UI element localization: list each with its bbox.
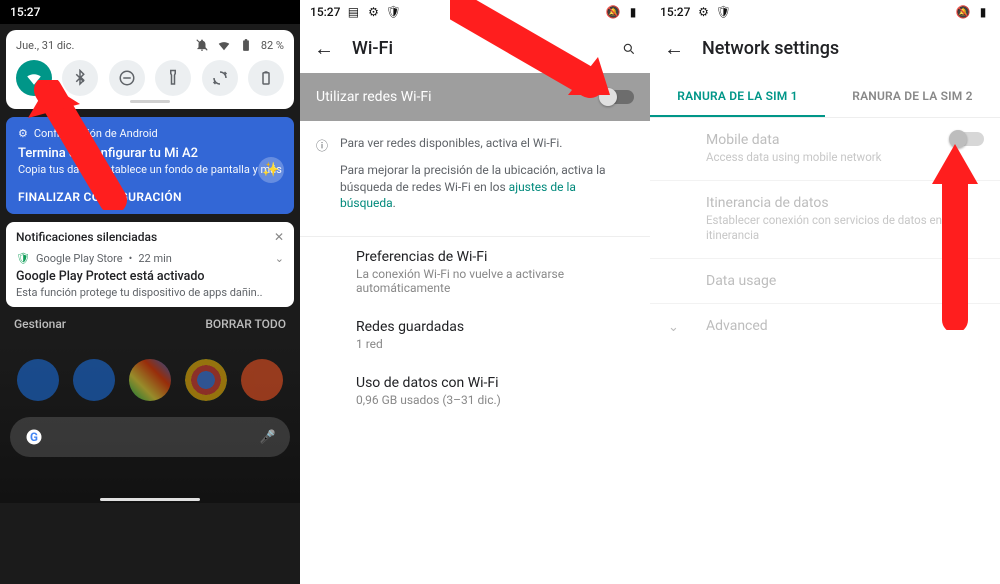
notif-title: Termina de configurar tu Mi A2 bbox=[18, 146, 282, 161]
nav-handle[interactable] bbox=[100, 498, 200, 501]
app-bar: ← Network settings bbox=[650, 24, 1000, 73]
item-title: Itinerancia de datos bbox=[706, 195, 984, 211]
wifi-toggle[interactable] bbox=[600, 90, 634, 104]
info-text-1: Para ver redes disponibles, activa el Wi… bbox=[340, 135, 634, 152]
phone-wifi-settings: 15:27 ▤ ⚙ 🛡 🔕 ▮ ← Wi-Fi Utilizar redes W… bbox=[300, 0, 650, 584]
manage-button[interactable]: Gestionar bbox=[14, 317, 66, 331]
phone-app-icon[interactable] bbox=[17, 359, 59, 401]
camera-icon[interactable] bbox=[241, 359, 283, 401]
silenced-title: Google Play Protect está activado bbox=[16, 269, 284, 284]
wifi-toggle-label: Utilizar redes Wi-Fi bbox=[316, 89, 432, 105]
play-protect-icon: 🛡 bbox=[16, 252, 30, 265]
gear-icon: ⚙ bbox=[366, 5, 380, 19]
wifi-info-row: ⓘ Para ver redes disponibles, activa el … bbox=[300, 121, 650, 237]
dnd-off-icon: 🔕 bbox=[956, 5, 970, 19]
item-sub: La conexión Wi-Fi no vuelve a activarse … bbox=[356, 267, 634, 295]
dnd-off-icon bbox=[195, 38, 209, 52]
silenced-app: Google Play Store bbox=[36, 252, 123, 265]
gear-icon: ⚙ bbox=[696, 5, 710, 19]
qs-autorotate[interactable] bbox=[202, 60, 238, 96]
image-icon: ▤ bbox=[346, 5, 360, 19]
dnd-off-icon: 🔕 bbox=[606, 5, 620, 19]
shade-handle[interactable] bbox=[130, 100, 170, 103]
silenced-card[interactable]: Notificaciones silenciadas ✕ 🛡 Google Pl… bbox=[6, 222, 294, 307]
info-icon: ⓘ bbox=[316, 137, 328, 222]
item-title: Uso de datos con Wi-Fi bbox=[356, 375, 634, 391]
notif-app-name: Configuración de Android bbox=[34, 127, 158, 140]
clear-all-button[interactable]: BORRAR TODO bbox=[205, 317, 286, 331]
shade-status-icons: 82 % bbox=[195, 38, 284, 52]
battery-icon bbox=[239, 38, 253, 52]
mic-icon[interactable]: 🎤 bbox=[260, 430, 276, 445]
back-button[interactable]: ← bbox=[664, 36, 684, 61]
status-bar: 15:27 bbox=[0, 0, 300, 24]
info-text-2: Para mejorar la precisión de la ubicació… bbox=[340, 162, 634, 212]
item-title: Redes guardadas bbox=[356, 319, 634, 335]
gear-icon: ⚙ bbox=[18, 127, 28, 140]
wifi-data-usage-item[interactable]: Uso de datos con Wi-Fi 0,96 GB usados (3… bbox=[300, 363, 650, 419]
silenced-sub: Esta función protege tu dispositivo de a… bbox=[16, 286, 284, 299]
saved-networks-item[interactable]: Redes guardadas 1 red bbox=[300, 307, 650, 363]
item-title: Preferencias de Wi-Fi bbox=[356, 249, 634, 265]
play-store-icon[interactable] bbox=[129, 359, 171, 401]
qs-bluetooth[interactable] bbox=[62, 60, 98, 96]
item-title: Advanced bbox=[706, 318, 984, 334]
page-title: Network settings bbox=[702, 38, 839, 59]
clock: 15:27 bbox=[660, 5, 690, 19]
app-bar: ← Wi-Fi bbox=[300, 24, 650, 73]
roaming-row[interactable]: Itinerancia de datos Establecer conexión… bbox=[650, 181, 1000, 259]
phone-network-settings: 15:27 ⚙ 🛡 🔕 ▮ ← Network settings RANURA … bbox=[650, 0, 1000, 584]
clock: 15:27 bbox=[310, 5, 340, 19]
clock: 15:27 bbox=[10, 5, 40, 19]
search-icon[interactable] bbox=[622, 42, 636, 56]
wifi-toggle-bar: Utilizar redes Wi-Fi bbox=[300, 73, 650, 121]
wifi-icon bbox=[217, 38, 231, 52]
svg-text:G: G bbox=[30, 430, 38, 444]
silenced-time: 22 min bbox=[138, 252, 172, 265]
chrome-icon[interactable] bbox=[185, 359, 227, 401]
quick-settings-card: Jue., 31 dic. 82 % bbox=[6, 30, 294, 109]
page-title: Wi-Fi bbox=[352, 38, 393, 59]
item-sub: Establecer conexión con servicios de dat… bbox=[706, 213, 984, 244]
battery-icon: ▮ bbox=[626, 5, 640, 19]
item-title: Data usage bbox=[706, 273, 984, 289]
qs-battery-saver[interactable] bbox=[248, 60, 284, 96]
advanced-row[interactable]: ⌄ Advanced bbox=[650, 304, 1000, 348]
item-sub: 0,96 GB usados (3–31 dic.) bbox=[356, 393, 634, 407]
notif-sub: Copia tus datos, establece un fondo de p… bbox=[18, 163, 282, 176]
chevron-down-icon: ⌄ bbox=[668, 320, 679, 335]
tab-sim2[interactable]: RANURA DE LA SIM 2 bbox=[825, 77, 1000, 117]
setup-notification[interactable]: ⚙ Configuración de Android Termina de con… bbox=[6, 117, 294, 214]
phone-notification-shade: 15:27 Jue., 31 dic. 82 % ⚙ Configuración … bbox=[0, 0, 300, 584]
mobile-data-toggle[interactable] bbox=[950, 132, 984, 146]
data-usage-row[interactable]: Data usage bbox=[650, 259, 1000, 304]
notif-action[interactable]: FINALIZAR CONFIGURACIÓN bbox=[18, 190, 282, 204]
battery-icon: ▮ bbox=[976, 5, 990, 19]
shield-icon: 🛡 bbox=[716, 5, 730, 19]
item-sub: Access data using mobile network bbox=[706, 150, 942, 166]
messages-app-icon[interactable] bbox=[73, 359, 115, 401]
wand-icon[interactable]: ✨ bbox=[258, 157, 284, 183]
chevron-down-icon[interactable]: ⌄ bbox=[275, 252, 284, 265]
close-icon[interactable]: ✕ bbox=[274, 230, 284, 244]
qs-dnd[interactable] bbox=[109, 60, 145, 96]
mobile-data-row[interactable]: Mobile data Access data using mobile net… bbox=[650, 118, 1000, 181]
status-bar: 15:27 ▤ ⚙ 🛡 🔕 ▮ bbox=[300, 0, 650, 24]
tab-sim1[interactable]: RANURA DE LA SIM 1 bbox=[650, 77, 825, 117]
home-blurred: G 🎤 bbox=[0, 343, 300, 503]
back-button[interactable]: ← bbox=[314, 36, 334, 61]
shield-icon: 🛡 bbox=[386, 5, 400, 19]
sim-tabs: RANURA DE LA SIM 1 RANURA DE LA SIM 2 bbox=[650, 77, 1000, 118]
battery-text: 82 % bbox=[261, 39, 284, 52]
item-sub: 1 red bbox=[356, 337, 634, 351]
shade-date: Jue., 31 dic. bbox=[16, 39, 74, 52]
status-bar: 15:27 ⚙ 🛡 🔕 ▮ bbox=[650, 0, 1000, 24]
qs-flashlight[interactable] bbox=[155, 60, 191, 96]
silenced-header: Notificaciones silenciadas bbox=[16, 230, 157, 244]
qs-wifi[interactable] bbox=[16, 60, 52, 96]
google-g-icon: G bbox=[24, 427, 44, 447]
item-title: Mobile data bbox=[706, 132, 942, 148]
search-pill[interactable]: G 🎤 bbox=[10, 417, 290, 457]
wifi-preferences-item[interactable]: Preferencias de Wi-Fi La conexión Wi-Fi … bbox=[300, 237, 650, 307]
